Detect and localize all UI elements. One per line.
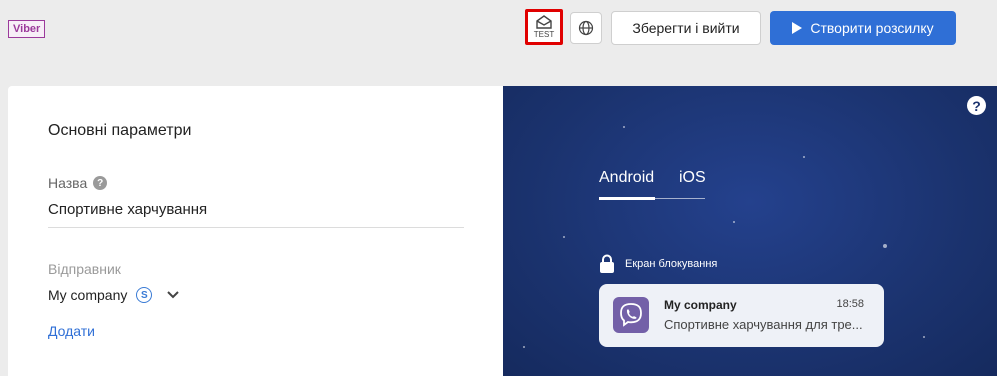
test-label: TEST: [533, 30, 555, 39]
sender-select[interactable]: My company S: [48, 287, 180, 303]
globe-icon: [578, 20, 594, 36]
create-campaign-label: Створити розсилку: [810, 20, 934, 36]
test-mail-icon: [536, 15, 552, 29]
star-decoration: [803, 156, 805, 158]
sender-label: Відправник: [48, 261, 121, 277]
notification-time: 18:58: [836, 298, 864, 310]
test-send-button[interactable]: TEST: [525, 9, 563, 45]
channel-badge: Viber: [8, 20, 46, 38]
lock-icon: [600, 254, 614, 273]
star-decoration: [523, 346, 525, 348]
help-icon[interactable]: ?: [93, 176, 108, 190]
notification-preview: My company 18:58 Спортивне харчування дл…: [599, 284, 884, 347]
sender-value: My company: [48, 287, 128, 303]
section-title: Основні параметри: [48, 122, 192, 139]
tab-android[interactable]: Android: [599, 169, 654, 187]
name-field-label: Назва ?: [48, 175, 108, 191]
create-campaign-button[interactable]: Створити розсилку: [770, 11, 956, 45]
play-icon: [792, 22, 803, 34]
lock-screen-label: Екран блокування: [625, 258, 718, 270]
platform-tabs: Android iOS: [599, 169, 706, 200]
name-field-divider: [48, 227, 464, 228]
notification-text: Спортивне харчування для тре...: [664, 317, 863, 332]
star-decoration: [623, 126, 625, 128]
tab-ios[interactable]: iOS: [679, 169, 706, 187]
star-decoration: [923, 336, 925, 338]
chevron-down-icon[interactable]: [167, 291, 180, 299]
notification-sender: My company: [664, 298, 737, 312]
settings-panel: Основні параметри Назва ? Спортивне харч…: [8, 86, 503, 376]
lock-screen-label-row: Екран блокування: [599, 254, 717, 274]
add-sender-link[interactable]: Додати: [48, 323, 95, 339]
language-button[interactable]: [570, 12, 602, 44]
name-field[interactable]: Спортивне харчування: [48, 201, 207, 218]
viber-icon: [613, 297, 649, 333]
star-decoration: [563, 236, 565, 238]
help-icon[interactable]: ?: [967, 96, 986, 115]
preview-panel: ? Android iOS Екран блокування My compan…: [503, 86, 997, 376]
tab-baseline: [655, 198, 705, 199]
name-label-text: Назва: [48, 175, 88, 191]
top-bar: Viber TEST Зберегти і вийти Створити роз…: [0, 0, 997, 66]
save-and-exit-button[interactable]: Зберегти і вийти: [611, 11, 761, 45]
star-decoration: [733, 221, 735, 223]
active-tab-indicator: [599, 197, 655, 200]
s-icon: S: [136, 287, 153, 303]
star-decoration: [883, 244, 887, 248]
